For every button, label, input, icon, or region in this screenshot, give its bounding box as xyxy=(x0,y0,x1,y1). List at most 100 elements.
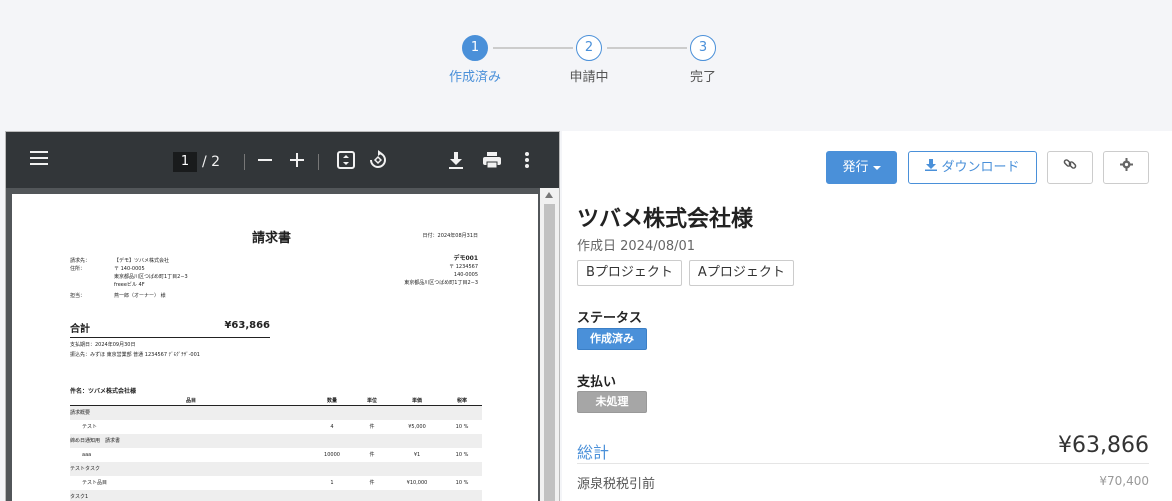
payment-label: 支払い xyxy=(577,375,617,390)
info-row: freeeビル 4F xyxy=(70,281,188,289)
invoice-detail-panel: 発行 ダウンロード ツバメ株式会社様 作成日 2024/08/01 Bプロジェク… xyxy=(562,131,1172,501)
total-value: ¥63,866 xyxy=(1058,433,1149,458)
step-complete: 3 完了 xyxy=(658,35,748,85)
info-row: 住所： 〒 140-0005 xyxy=(70,265,188,273)
info-value: 東京都品川区つばめ町1丁目2−3 xyxy=(114,274,188,280)
cell: 10 % xyxy=(455,424,469,430)
step-created: 1 作成済み xyxy=(430,35,520,85)
cell: ¥10,000 xyxy=(406,480,428,486)
col-header: 単位 xyxy=(366,398,377,404)
divider xyxy=(577,463,1149,464)
cell: ¥5,000 xyxy=(408,424,426,430)
project-tags: Bプロジェクト Aプロジェクト xyxy=(577,260,794,286)
table-row: タスク1 xyxy=(70,490,482,501)
withholding-value: ¥70,400 xyxy=(1099,474,1149,488)
cell: ¥1 xyxy=(413,452,421,458)
gear-icon xyxy=(1119,152,1133,183)
info-row: 請求先： 【デモ】ツバメ株式会社 xyxy=(70,257,188,265)
billing-info: 請求先： 【デモ】ツバメ株式会社 住所： 〒 140-0005 東京都品川区つばめ町… xyxy=(70,257,188,300)
sender-line: 140-0005 xyxy=(453,272,478,278)
download-icon xyxy=(925,152,938,183)
pdf-viewer: 1 / 2 請求書 日付：2024年08月31日 請求先： 【デモ】ツバメ株式会… xyxy=(5,131,560,501)
menu-icon[interactable] xyxy=(30,150,48,170)
table-row: テスト品目 1 件 ¥10,000 10 % xyxy=(70,476,482,490)
scroll-up-arrow[interactable] xyxy=(545,192,553,198)
cell: 件 xyxy=(369,480,375,486)
print-icon[interactable] xyxy=(482,151,502,173)
table-row: 締め日通知用 請求書 xyxy=(70,434,482,448)
pdf-toolbar: 1 / 2 xyxy=(6,132,559,188)
rotate-icon[interactable] xyxy=(368,150,388,174)
download-icon[interactable] xyxy=(449,151,463,173)
table-row: テストタスク xyxy=(70,462,482,476)
cell: 件 xyxy=(369,424,375,430)
link-icon xyxy=(1063,152,1077,183)
pdf-page-area[interactable]: 請求書 日付：2024年08月31日 請求先： 【デモ】ツバメ株式会社 住所： 〒 … xyxy=(6,188,559,501)
pdf-page: 請求書 日付：2024年08月31日 請求先： 【デモ】ツバメ株式会社 住所： 〒 … xyxy=(12,194,538,501)
status-label: ステータス xyxy=(577,311,643,326)
cell: タスク1 xyxy=(70,494,89,500)
cell: 10000 xyxy=(324,452,340,458)
status-badge: 作成済み xyxy=(577,328,647,350)
page-number-input[interactable]: 1 xyxy=(173,152,197,172)
pdf-scrollbar[interactable] xyxy=(540,188,559,501)
col-header: 品目 xyxy=(185,398,196,404)
table-row: aaa 10000 件 ¥1 10 % xyxy=(70,448,482,462)
due-date: 支払期日：2024年09月30日 xyxy=(70,342,136,348)
info-key xyxy=(70,273,114,281)
cell: aaa xyxy=(82,452,92,458)
created-date: 作成日 2024/08/01 xyxy=(577,239,696,254)
step-number: 1 xyxy=(462,35,488,61)
document-subject: 件名：ツバメ株式会社様 xyxy=(70,388,137,395)
cell: テスト品目 xyxy=(82,480,108,486)
scroll-thumb[interactable] xyxy=(544,204,555,501)
toolbar-divider xyxy=(244,154,245,170)
info-key: 担当： xyxy=(70,293,86,299)
minus-icon[interactable] xyxy=(258,152,272,172)
info-key: 請求先： xyxy=(70,258,91,264)
issue-button[interactable]: 発行 xyxy=(826,151,897,184)
info-value: freeeビル 4F xyxy=(114,282,145,288)
document-total: 合計 ¥63,866 xyxy=(70,320,270,338)
sender-line: 東京都品川区つばめ町1丁目2−3 xyxy=(404,280,478,286)
cell: テスト xyxy=(82,424,98,430)
step-label: 申請中 xyxy=(569,70,609,85)
total-label[interactable]: 総計 xyxy=(577,439,609,463)
plus-icon[interactable] xyxy=(290,152,304,172)
table-row: 請求概要 xyxy=(70,406,482,420)
sender-line: 〒 1234567 xyxy=(449,264,478,270)
info-value: 燕一郎（オーナー） 様 xyxy=(114,293,166,299)
cell: 4 xyxy=(330,424,334,430)
col-header: 単価 xyxy=(411,398,422,404)
step-number: 3 xyxy=(690,35,716,61)
document-total-label: 合計 xyxy=(70,324,90,335)
col-header: 税率 xyxy=(456,398,467,404)
page-total: / 2 xyxy=(202,154,221,170)
progress-stepper: 1 作成済み 2 申請中 3 完了 xyxy=(0,35,1172,95)
cell: 請求概要 xyxy=(70,410,91,416)
col-header: 数量 xyxy=(326,398,337,404)
info-value: 【デモ】ツバメ株式会社 xyxy=(114,258,170,264)
bank-info: 振込先：みずほ 東京営業部 普通 1234567 ﾃﾞﾓｸﾞﾁｻﾞ-001 xyxy=(70,352,200,358)
issue-button-label: 発行 xyxy=(842,160,869,175)
cell: 1 xyxy=(330,480,334,486)
document-date: 日付：2024年08月31日 xyxy=(422,233,478,239)
table-row: テスト 4 件 ¥5,000 10 % xyxy=(70,420,482,434)
cell: 締め日通知用 請求書 xyxy=(70,438,121,444)
info-row: 東京都品川区つばめ町1丁目2−3 xyxy=(70,273,188,281)
project-tag[interactable]: Bプロジェクト xyxy=(577,260,682,286)
document-title: 請求書 xyxy=(252,231,292,246)
client-name: ツバメ株式会社様 xyxy=(577,207,754,232)
download-button[interactable]: ダウンロード xyxy=(908,151,1037,184)
fit-page-icon[interactable] xyxy=(337,151,355,173)
more-icon[interactable] xyxy=(525,152,529,172)
document-total-value: ¥63,866 xyxy=(224,320,270,331)
payment-badge: 未処理 xyxy=(577,391,647,413)
step-label: 作成済み xyxy=(448,70,501,85)
step-label: 完了 xyxy=(689,70,716,85)
copy-link-button[interactable] xyxy=(1047,151,1093,184)
project-tag[interactable]: Aプロジェクト xyxy=(688,260,794,286)
settings-button[interactable] xyxy=(1103,151,1149,184)
sender-info: デモ001 〒 1234567 140-0005 東京都品川区つばめ町1丁目2−… xyxy=(404,255,478,287)
info-key xyxy=(70,281,114,289)
